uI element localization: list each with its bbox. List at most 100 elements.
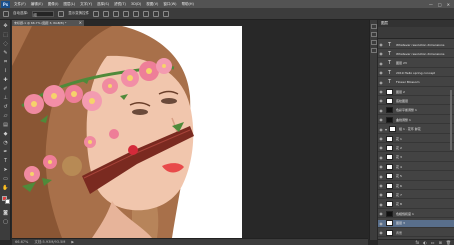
visibility-eye-icon[interactable]: ◉ xyxy=(378,70,384,75)
layer-name[interactable]: Whatever resolution dimensions xyxy=(396,43,445,47)
layer-row[interactable]: ◉ 花 6 xyxy=(378,182,454,190)
visibility-eye-icon[interactable]: ◉ xyxy=(378,183,384,188)
visibility-eye-icon[interactable]: ◉ xyxy=(378,117,384,122)
layers-panel-title[interactable]: 图层 xyxy=(381,21,388,26)
layer-name[interactable]: 色彩平衡调整 1 xyxy=(396,108,417,112)
layer-row[interactable]: ◉ ▾ 组 1 · 花环 鲜花 xyxy=(378,126,454,134)
layer-name[interactable]: 花 8 xyxy=(396,202,402,206)
dodge-tool-icon[interactable]: ◔ xyxy=(2,140,9,147)
visibility-eye-icon[interactable]: ◉ xyxy=(378,230,384,235)
new-group-icon[interactable]: ▭ xyxy=(431,240,435,245)
menu-file[interactable]: 文件(F) xyxy=(14,2,26,7)
layer-row[interactable]: ◉ 色相饱和度 1 xyxy=(378,210,454,219)
blur-tool-icon[interactable]: ◆ xyxy=(2,131,9,138)
layer-name[interactable]: 背景 xyxy=(396,231,402,235)
layer-name[interactable]: Whatever resolution dimensions xyxy=(396,52,445,56)
visibility-eye-icon[interactable]: ◉ xyxy=(378,42,384,47)
menu-window[interactable]: 窗口(W) xyxy=(163,2,176,7)
show-transform-checkbox[interactable] xyxy=(58,10,65,17)
quick-select-tool-icon[interactable]: ✎ xyxy=(2,50,9,57)
history-brush-icon[interactable]: ↺ xyxy=(2,104,9,111)
visibility-eye-icon[interactable]: ◉ xyxy=(378,51,384,56)
distribute-icon[interactable] xyxy=(153,10,160,17)
minimize-icon[interactable]: — xyxy=(429,2,433,7)
type-tool-icon[interactable]: T xyxy=(2,158,9,165)
layer-row[interactable]: ◉ T 2019 Hello spring concept xyxy=(378,69,454,78)
visibility-eye-icon[interactable]: ◉ xyxy=(378,221,384,226)
menu-layer[interactable]: 图层(L) xyxy=(63,2,75,7)
mask-icon[interactable]: ◐ xyxy=(423,240,427,245)
shape-tool-icon[interactable]: ▭ xyxy=(2,176,9,183)
character-panel-icon[interactable] xyxy=(371,40,377,45)
layer-name[interactable]: 图层 3 xyxy=(396,221,405,225)
layer-row[interactable]: ◉ 曲线调整 1 xyxy=(378,116,454,125)
new-layer-icon[interactable]: ⊞ xyxy=(439,240,442,245)
align-middle-icon[interactable] xyxy=(103,10,110,17)
maximize-icon[interactable]: □ xyxy=(438,2,442,7)
properties-panel-icon[interactable] xyxy=(371,32,377,37)
align-left-icon[interactable] xyxy=(123,10,130,17)
layer-name[interactable]: 花 5 xyxy=(396,174,402,178)
menu-edit[interactable]: 编辑(E) xyxy=(31,2,43,7)
layer-row[interactable]: ◉ 图层 3 xyxy=(378,219,454,228)
gradient-tool-icon[interactable]: ▤ xyxy=(2,122,9,129)
menu-type[interactable]: 文字(Y) xyxy=(80,2,92,7)
layer-row[interactable]: ◉ T Flower Blossom xyxy=(378,79,454,87)
layer-row[interactable]: ◉ 花 8 xyxy=(378,201,454,209)
visibility-eye-icon[interactable]: ◉ xyxy=(378,211,384,216)
eraser-tool-icon[interactable]: ▱ xyxy=(2,113,9,120)
visibility-eye-icon[interactable]: ◉ xyxy=(378,98,384,103)
layer-row[interactable]: ◉ 背景 xyxy=(378,229,454,237)
move-tool-icon[interactable] xyxy=(3,10,9,17)
visibility-eye-icon[interactable]: ◉ xyxy=(378,80,384,85)
background-color-swatch[interactable] xyxy=(5,199,10,204)
pen-tool-icon[interactable]: ✒ xyxy=(2,149,9,156)
layer-row[interactable]: ◉ 花 3 xyxy=(378,154,454,162)
layer-name[interactable]: 花 1 xyxy=(396,137,402,141)
visibility-eye-icon[interactable]: ◉ xyxy=(378,127,384,132)
3d-mode-icon[interactable] xyxy=(163,10,170,17)
visibility-eye-icon[interactable]: ◉ xyxy=(378,61,384,66)
auto-select-dropdown[interactable]: 组 xyxy=(32,10,55,17)
layer-row[interactable]: ◉ 图层 2 xyxy=(378,88,454,96)
menu-select[interactable]: 选择(S) xyxy=(97,2,109,7)
visibility-eye-icon[interactable]: ◉ xyxy=(378,108,384,113)
layer-row[interactable]: ◉ 花 7 xyxy=(378,191,454,200)
layer-name[interactable]: 花 7 xyxy=(396,193,402,197)
layer-row[interactable]: ◉ T Whatever resolution dimensions xyxy=(378,41,454,49)
align-center-icon[interactable] xyxy=(133,10,140,17)
visibility-eye-icon[interactable]: ◉ xyxy=(378,192,384,197)
fx-icon[interactable]: fx xyxy=(416,240,420,245)
menu-help[interactable]: 帮助(H) xyxy=(182,2,194,7)
layer-row[interactable]: ◉ T Whatever resolution dimensions xyxy=(378,50,454,59)
layer-row[interactable]: ◉ 色彩平衡调整 1 xyxy=(378,107,454,115)
menu-filter[interactable]: 滤镜(T) xyxy=(114,2,126,7)
layer-name[interactable]: Flower Blossom xyxy=(396,80,420,84)
layer-name[interactable]: 花 6 xyxy=(396,184,402,188)
layer-name[interactable]: 组 1 · 花环 鲜花 xyxy=(399,127,421,131)
visibility-eye-icon[interactable]: ◉ xyxy=(378,89,384,94)
layer-name[interactable]: 图层 2 xyxy=(396,90,405,94)
lasso-tool-icon[interactable]: ◌ xyxy=(2,41,9,48)
menu-view[interactable]: 视图(V) xyxy=(146,2,158,7)
layer-row[interactable]: ◉ T 图层 23 xyxy=(378,60,454,68)
visibility-eye-icon[interactable]: ◉ xyxy=(378,145,384,150)
layers-scrollbar[interactable] xyxy=(450,90,452,150)
paragraph-panel-icon[interactable] xyxy=(371,48,377,53)
visibility-eye-icon[interactable]: ◉ xyxy=(378,164,384,169)
clone-stamp-icon[interactable]: ⊥ xyxy=(2,95,9,102)
screen-mode-icon[interactable]: ▢ xyxy=(2,219,9,226)
layer-name[interactable]: 曲线调整 1 xyxy=(396,118,411,122)
menu-3d[interactable]: 3D(D) xyxy=(131,2,141,7)
layer-name[interactable]: 花 2 xyxy=(396,146,402,150)
menu-image[interactable]: 图像(I) xyxy=(48,2,59,7)
quick-mask-icon[interactable]: ◙ xyxy=(2,210,9,217)
close-window-icon[interactable]: ✕ xyxy=(447,2,450,7)
layer-name[interactable]: 花 3 xyxy=(396,155,402,159)
move-tool-icon[interactable]: ✥ xyxy=(2,23,9,30)
layer-name[interactable]: 花 4 xyxy=(396,165,402,169)
layer-name[interactable]: 色相饱和度 1 xyxy=(396,212,414,216)
layer-name[interactable]: 底纹图层 xyxy=(396,99,408,103)
path-select-icon[interactable]: ➤ xyxy=(2,167,9,174)
eyedropper-tool-icon[interactable]: ⌇ xyxy=(2,68,9,75)
